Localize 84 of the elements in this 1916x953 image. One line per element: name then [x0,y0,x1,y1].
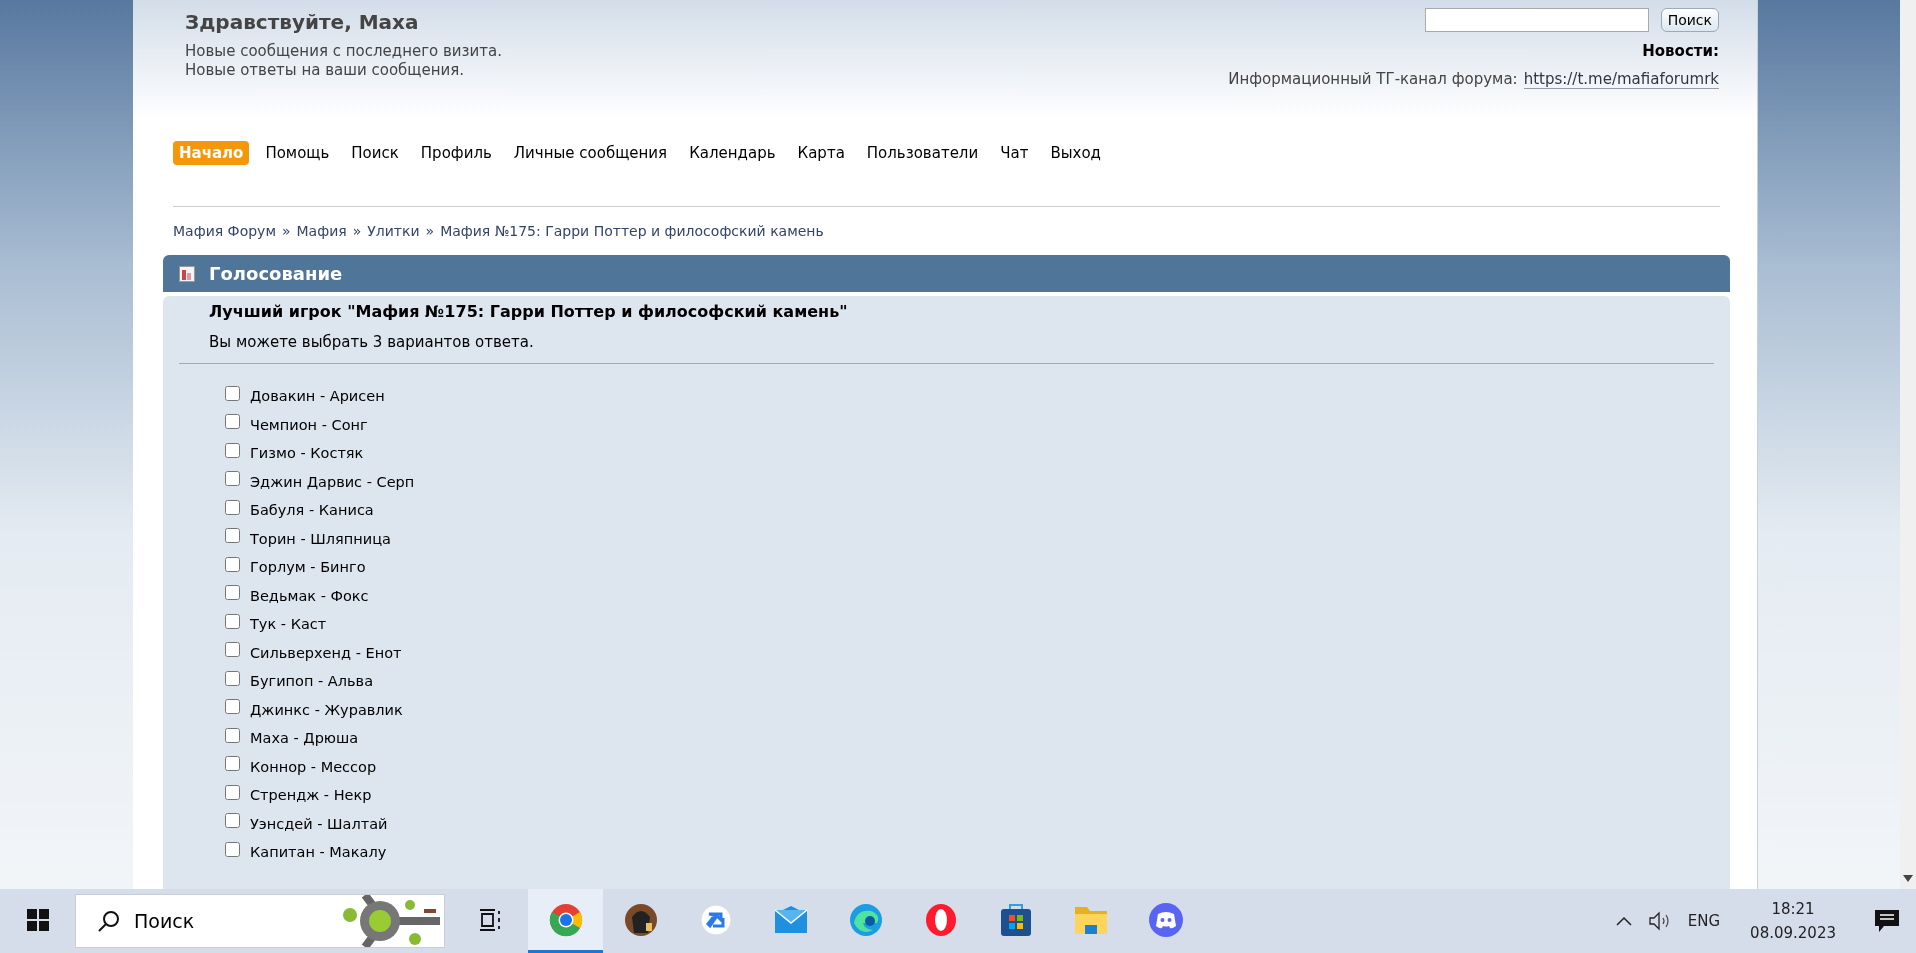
speaker-icon[interactable] [1647,911,1672,931]
option-checkbox[interactable] [225,727,240,743]
chevron-up-icon[interactable] [1615,916,1632,926]
option-checkbox[interactable] [225,642,240,658]
option-checkbox[interactable] [225,385,240,401]
header-link[interactable]: Новые ответы на ваши сообщения. [185,61,502,80]
taskbar-search-placeholder: Поиск [134,910,195,932]
nav-link[interactable]: Личные сообщения [507,141,674,165]
option-label: Тук - Каст [250,616,327,633]
option-checkbox[interactable] [225,528,240,544]
taskbar-search-field[interactable]: Поиск [75,894,445,948]
option-checkbox[interactable] [225,613,240,629]
option-label: Ведьмак - Фокс [250,587,369,604]
search-field[interactable] [1424,8,1649,32]
option-checkbox[interactable] [225,585,240,601]
chrome-icon [548,902,583,937]
mail-icon [773,905,808,934]
option-checkbox[interactable] [225,414,240,430]
opera-icon [924,902,957,937]
breadcrumb-link[interactable]: Мафия №175: Гарри Поттер и философский камень [440,223,824,245]
option-label: Чемпион - Сонг [250,416,368,433]
option-label: Горлум - Бинго [250,559,366,576]
news-title: Новости: [1642,42,1719,60]
nav-link[interactable]: Поиск [345,141,405,165]
option-checkbox[interactable] [225,471,240,487]
header-link[interactable]: Новые сообщения с последнего визита. [185,42,502,61]
breadcrumb-link[interactable]: Улитки [367,223,420,245]
news-text: Информационный ТГ-канал форума: [1228,70,1518,89]
option-checkbox[interactable] [225,499,240,515]
task-view-icon[interactable] [478,908,503,931]
option-label: Капитан - Макалу [250,844,387,861]
option-checkbox[interactable] [225,813,240,829]
edge-icon [848,902,883,937]
breadcrumb-separator: » [425,223,435,241]
option-label: Гизмо - Костяк [250,445,364,462]
nav-link[interactable]: Выход [1044,141,1107,165]
scrollbar[interactable] [1900,0,1916,889]
option-label: Джинкс - Журавлик [250,701,403,718]
option-label: Маха - Дрюша [250,730,359,747]
option-label: Довакин - Арисен [250,388,385,405]
option-checkbox[interactable] [225,756,240,772]
nav-link[interactable]: Пользователи [860,141,985,165]
bar-chart-icon [179,265,195,282]
option-label: Бугипоп - Альва [250,673,374,690]
search-button[interactable]: Поиск [1660,8,1719,32]
language-indicator[interactable]: ENG [1687,912,1721,930]
option-checkbox[interactable] [225,670,240,686]
option-checkbox[interactable] [225,556,240,572]
option-label: Уэнсдей - Шалтай [250,815,388,832]
store-icon [998,902,1033,937]
option-checkbox[interactable] [225,784,240,800]
breadcrumb-link[interactable]: Мафия [296,223,347,245]
nav-link[interactable]: Карта [791,141,851,165]
option-label: Стрендж - Некр [250,787,372,804]
option-label: Коннор - Мессор [250,758,377,775]
helmet-figure-icon [623,902,658,937]
greeting: Здравствуйте, Маха [185,10,420,34]
clock-time[interactable]: 18:21 [1771,900,1815,918]
poll-hint: Вы можете выбрать 3 вариантов ответа. [208,332,535,351]
poll-question: Лучший игрок "Мафия №175: Гарри Поттер и философский камень" [208,302,849,321]
option-label: Бабуля - Каниса [250,502,374,519]
notification-icon[interactable] [1874,908,1900,934]
news-link[interactable]: https://t.me/mafiaforumrk [1523,70,1719,89]
breadcrumb-separator: » [281,223,291,241]
discord-icon [1147,901,1184,938]
option-checkbox[interactable] [225,841,240,857]
search-icon [98,910,120,932]
clock-date[interactable]: 08.09.2023 [1750,924,1836,942]
nav-link[interactable]: Помощь [259,141,336,165]
nav-link[interactable]: Профиль [414,141,498,165]
windows-icon[interactable] [26,908,49,931]
breadcrumb-link[interactable]: Мафия Форум [173,223,276,245]
scroll-down-icon[interactable] [1903,875,1913,883]
option-checkbox[interactable] [225,699,240,715]
poll-title: Голосование [209,263,343,284]
option-label: Торин - Шляпница [250,530,391,547]
folder-icon [1073,904,1108,935]
option-checkbox[interactable] [225,442,240,458]
option-label: Сильверхенд - Енот [250,644,402,661]
arrow-app-icon [699,903,732,936]
breadcrumb-separator: » [352,223,362,241]
option-label: Эджин Дарвис - Серп [250,473,415,490]
nav-link[interactable]: Чат [994,141,1035,165]
nav-link[interactable]: Календарь [683,141,782,165]
